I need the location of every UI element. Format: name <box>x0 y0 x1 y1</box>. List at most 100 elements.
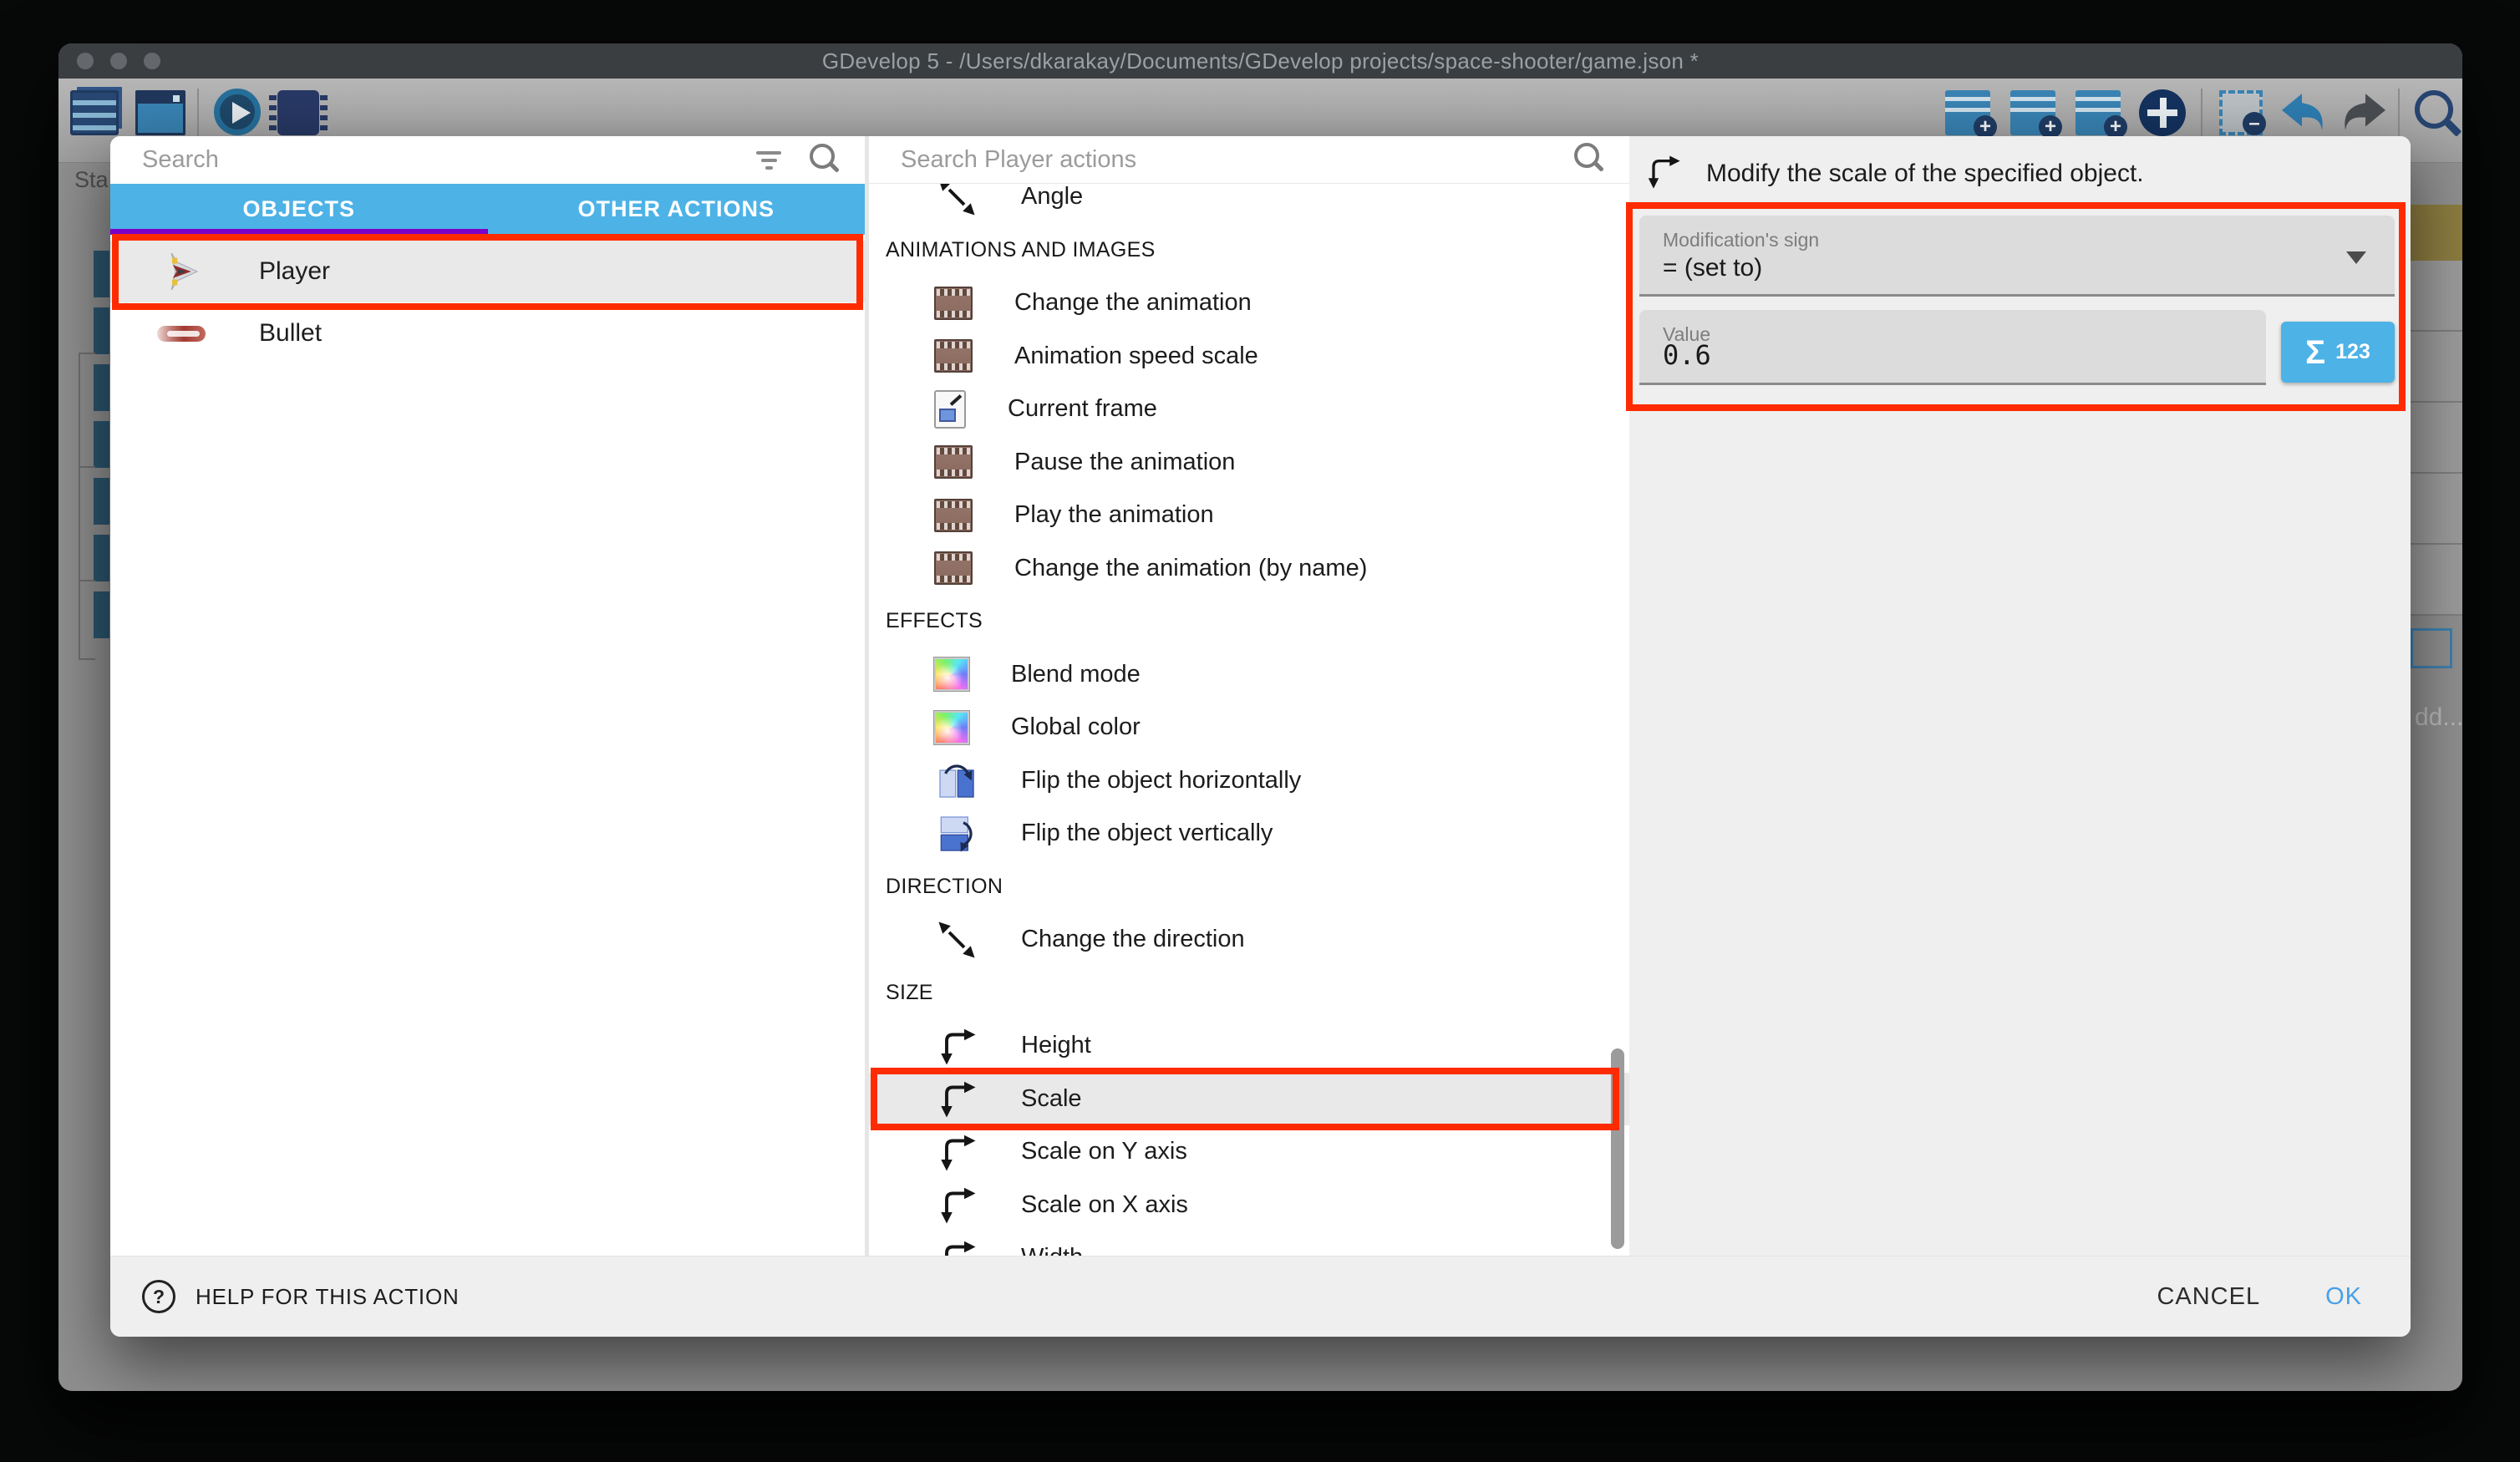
action-item-play-the-animation[interactable]: Play the animation <box>869 489 1629 542</box>
window-title: GDevelop 5 - /Users/dkarakay/Documents/G… <box>822 48 1699 74</box>
action-item-label: Play the animation <box>1014 501 1214 529</box>
config-panel: Modify the scale of the specified object… <box>1629 136 2411 1256</box>
redo-icon[interactable] <box>2341 92 2390 132</box>
minimize-button[interactable] <box>110 53 127 69</box>
action-item-label: Global color <box>1011 713 1141 741</box>
annotation-scale <box>871 1068 1619 1131</box>
film-strip-icon <box>934 499 973 532</box>
chevron-down-icon <box>2346 251 2366 264</box>
action-item-scale[interactable]: Scale <box>869 1073 1629 1126</box>
rainbow-icon <box>934 711 969 744</box>
event-bracket <box>79 466 95 468</box>
search-icon[interactable] <box>810 144 843 177</box>
event-block[interactable] <box>94 478 109 525</box>
action-item-change-the-animation-by-name[interactable]: Change the animation (by name) <box>869 542 1629 596</box>
angle-arrow-icon <box>934 919 979 961</box>
modification-sign-select[interactable]: Modification's sign = (set to) <box>1639 216 2395 297</box>
bullet-icon <box>135 326 227 342</box>
action-item-scale-on-y-axis[interactable]: Scale on Y axis <box>869 1125 1629 1179</box>
action-item-height[interactable]: Height <box>869 1019 1629 1073</box>
action-item-blend-mode[interactable]: Blend mode <box>869 648 1629 702</box>
question-mark-icon: ? <box>142 1280 175 1313</box>
event-row <box>2411 403 2462 474</box>
tab-objects[interactable]: OBJECTS <box>110 184 488 235</box>
add-condition-box <box>2411 628 2452 668</box>
objects-search-input[interactable] <box>110 146 756 174</box>
action-editor-dialog: OBJECTS OTHER ACTIONS Player Bullet <box>110 136 2411 1337</box>
add-subevent-icon[interactable]: + <box>2010 90 2055 135</box>
close-button[interactable] <box>77 53 94 69</box>
event-bracket <box>79 580 95 581</box>
cancel-button[interactable]: CANCEL <box>2157 1283 2260 1311</box>
resize-arrow-icon <box>1644 153 1681 194</box>
zoom-button[interactable] <box>144 53 160 69</box>
flip-vertical-icon <box>934 813 979 855</box>
object-item-label: Player <box>259 257 330 286</box>
help-button[interactable]: ? HELP FOR THIS ACTION <box>142 1280 460 1313</box>
value-field[interactable]: Value 0.6 <box>1639 310 2266 385</box>
action-item-change-the-direction[interactable]: Change the direction <box>869 913 1629 967</box>
event-block[interactable] <box>94 307 109 354</box>
action-item-flip-the-object-horizontally[interactable]: Flip the object horizontally <box>869 754 1629 808</box>
add-comment-icon[interactable]: + <box>2075 90 2121 135</box>
action-item-angle[interactable]: Angle <box>869 184 1629 224</box>
filter-icon[interactable] <box>756 151 781 170</box>
event-block[interactable] <box>94 251 109 297</box>
actions-scrollbar[interactable] <box>1611 1048 1624 1249</box>
action-item-label: Change the animation (by name) <box>1014 555 1367 582</box>
toolbar-separator <box>197 89 199 137</box>
undo-icon[interactable] <box>2278 92 2326 132</box>
event-bracket <box>79 658 95 660</box>
event-row <box>2411 474 2462 545</box>
action-item-label: Angle <box>1021 184 1083 211</box>
actions-search-input[interactable] <box>869 146 1574 174</box>
action-item-label: Height <box>1021 1032 1091 1059</box>
flip-horizontal-icon <box>934 759 979 801</box>
sigma-icon: Σ <box>2305 336 2325 369</box>
scene-editor-icon[interactable] <box>135 90 185 135</box>
action-item-label: Flip the object horizontally <box>1021 767 1301 794</box>
event-bracket <box>79 353 80 660</box>
action-item-change-the-animation[interactable]: Change the animation <box>869 277 1629 330</box>
action-item-pause-the-animation[interactable]: Pause the animation <box>869 436 1629 490</box>
action-item-flip-the-object-vertically[interactable]: Flip the object vertically <box>869 807 1629 860</box>
delete-selection-icon[interactable]: – <box>2219 90 2263 135</box>
ok-button[interactable]: OK <box>2325 1283 2362 1311</box>
object-item-player[interactable]: Player <box>110 241 865 302</box>
project-manager-icon[interactable] <box>70 90 119 135</box>
action-item-animation-speed-scale[interactable]: Animation speed scale <box>869 330 1629 383</box>
object-item-bullet[interactable]: Bullet <box>110 302 865 364</box>
help-label: HELP FOR THIS ACTION <box>196 1284 460 1310</box>
expression-editor-button[interactable]: Σ 123 <box>2281 322 2395 383</box>
event-block[interactable] <box>94 421 109 468</box>
debug-icon[interactable] <box>277 90 319 135</box>
toolbar-search-icon[interactable] <box>2415 90 2462 135</box>
event-block[interactable] <box>94 364 109 411</box>
frame-icon <box>934 390 966 429</box>
add-circle-icon[interactable] <box>2139 89 2186 136</box>
objects-panel: OBJECTS OTHER ACTIONS Player Bullet <box>110 136 865 1256</box>
action-item-global-color[interactable]: Global color <box>869 701 1629 754</box>
resize-arrow-icon <box>934 1078 979 1119</box>
action-item-current-frame[interactable]: Current frame <box>869 383 1629 436</box>
film-strip-icon <box>934 551 973 585</box>
event-block[interactable] <box>94 535 109 581</box>
action-item-label: Change the direction <box>1021 926 1245 953</box>
action-item-scale-on-x-axis[interactable]: Scale on X axis <box>869 1179 1629 1232</box>
actions-panel: AngleANIMATIONS AND IMAGESChange the ani… <box>869 136 1629 1256</box>
angle-arrow-icon <box>934 184 979 218</box>
plus-badge-icon: + <box>2104 115 2127 139</box>
action-item-width[interactable]: Width <box>869 1231 1629 1256</box>
play-icon[interactable] <box>214 89 261 135</box>
tab-other-actions[interactable]: OTHER ACTIONS <box>488 184 866 235</box>
expression-button-label: 123 <box>2335 340 2370 364</box>
action-section-header: EFFECTS <box>869 595 1629 648</box>
action-item-label: Width <box>1021 1244 1083 1256</box>
event-row <box>2411 261 2462 332</box>
add-event-icon[interactable]: + <box>1945 90 1990 135</box>
event-block[interactable] <box>94 591 109 638</box>
search-icon[interactable] <box>1574 143 1608 176</box>
action-item-label: Scale <box>1021 1085 1082 1113</box>
event-row <box>2411 332 2462 403</box>
scene-tab-label: Sta <box>74 167 109 193</box>
